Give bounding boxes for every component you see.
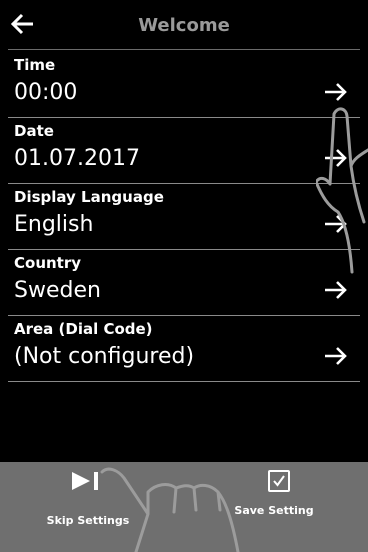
footer-bar: Skip Settings Save Setting (0, 462, 368, 552)
setting-row-country[interactable]: Country Sweden (0, 250, 368, 316)
header-divider (8, 49, 360, 50)
page-title: Welcome (138, 15, 230, 36)
arrow-right-icon (325, 83, 347, 101)
setting-label: Time (14, 56, 56, 74)
setting-label: Date (14, 122, 54, 140)
skip-settings-button[interactable]: Skip Settings (0, 462, 184, 552)
setting-value: English (14, 212, 94, 237)
setting-value: 00:00 (14, 80, 78, 105)
setting-label: Display Language (14, 188, 164, 206)
arrow-right-icon (325, 347, 347, 365)
settings-list: Time 00:00 Date 01.07.2017 Display Langu… (0, 52, 368, 382)
checkbox-checked-icon (268, 470, 290, 492)
setting-label: Country (14, 254, 82, 272)
arrow-right-icon (325, 149, 347, 167)
setting-row-area-dial-code[interactable]: Area (Dial Code) (Not configured) (0, 316, 368, 382)
welcome-screen: Welcome Time 00:00 Date 01.07.2017 Displ… (0, 0, 368, 552)
setting-value: Sweden (14, 278, 101, 303)
skip-forward-icon (72, 472, 98, 490)
setting-row-display-language[interactable]: Display Language English (0, 184, 368, 250)
setting-row-date[interactable]: Date 01.07.2017 (0, 118, 368, 184)
save-setting-label: Save Setting (234, 504, 314, 517)
save-setting-button[interactable]: Save Setting (184, 462, 368, 552)
setting-value: 01.07.2017 (14, 146, 140, 171)
header-bar: Welcome (0, 0, 368, 50)
arrow-right-icon (325, 281, 347, 299)
skip-settings-label: Skip Settings (46, 514, 130, 527)
setting-label: Area (Dial Code) (14, 320, 153, 338)
setting-row-time[interactable]: Time 00:00 (0, 52, 368, 118)
row-divider (8, 381, 360, 382)
setting-value: (Not configured) (14, 344, 195, 369)
arrow-right-icon (325, 215, 347, 233)
